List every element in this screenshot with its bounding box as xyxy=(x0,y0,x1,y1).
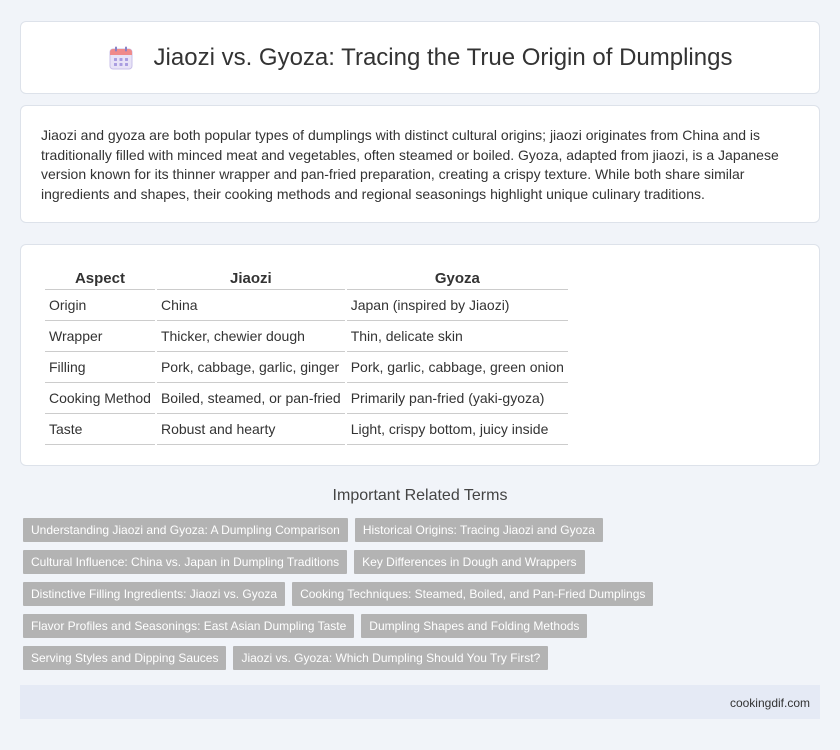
page-title: Jiaozi vs. Gyoza: Tracing the True Origi… xyxy=(153,43,733,71)
header-aspect: Aspect xyxy=(45,267,155,290)
table-cell: Filling xyxy=(45,354,155,383)
table-cell: Taste xyxy=(45,416,155,445)
table-cell: Pork, garlic, cabbage, green onion xyxy=(346,354,568,383)
comparison-table: Aspect Jiaozi Gyoza Origin China Japan (… xyxy=(43,265,570,447)
intro-text: Jiaozi and gyoza are both popular types … xyxy=(41,127,779,202)
related-term-link[interactable]: Cultural Influence: China vs. Japan in D… xyxy=(23,550,348,574)
header-gyoza: Gyoza xyxy=(346,267,568,290)
footer: cookingdif.com xyxy=(20,685,820,719)
related-term-link[interactable]: Serving Styles and Dipping Sauces xyxy=(23,646,227,670)
comparison-card: Aspect Jiaozi Gyoza Origin China Japan (… xyxy=(20,244,820,466)
related-term-link[interactable]: Dumpling Shapes and Folding Methods xyxy=(361,614,588,638)
header-jiaozi: Jiaozi xyxy=(156,267,345,290)
table-cell: Origin xyxy=(45,292,155,321)
table-cell: Cooking Method xyxy=(45,385,155,414)
related-term-link[interactable]: Historical Origins: Tracing Jiaozi and G… xyxy=(354,518,603,542)
table-cell: Robust and hearty xyxy=(156,416,345,445)
table-row: Wrapper Thicker, chewier dough Thin, del… xyxy=(45,323,568,352)
related-terms-title: Important Related Terms xyxy=(332,487,508,504)
related-term-link[interactable]: Cooking Techniques: Steamed, Boiled, and… xyxy=(292,582,654,606)
table-cell: Primarily pan-fried (yaki-gyoza) xyxy=(346,385,568,414)
related-term-link[interactable]: Distinctive Filling Ingredients: Jiaozi … xyxy=(23,582,286,606)
table-row: Filling Pork, cabbage, garlic, ginger Po… xyxy=(45,354,568,383)
table-row: Taste Robust and hearty Light, crispy bo… xyxy=(45,416,568,445)
table-cell: Boiled, steamed, or pan-fried xyxy=(156,385,345,414)
related-terms-list: Understanding Jiaozi and Gyoza: A Dumpli… xyxy=(23,518,803,678)
table-cell: Japan (inspired by Jiaozi) xyxy=(346,292,568,321)
related-term-link[interactable]: Understanding Jiaozi and Gyoza: A Dumpli… xyxy=(23,518,348,542)
table-row: Cooking Method Boiled, steamed, or pan-f… xyxy=(45,385,568,414)
table-header-row: Aspect Jiaozi Gyoza xyxy=(45,267,568,290)
title-card: Jiaozi vs. Gyoza: Tracing the True Origi… xyxy=(20,21,820,94)
table-row: Origin China Japan (inspired by Jiaozi) xyxy=(45,292,568,321)
intro-card: Jiaozi and gyoza are both popular types … xyxy=(20,105,820,223)
footer-site-link[interactable]: cookingdif.com xyxy=(730,696,810,710)
related-term-link[interactable]: Flavor Profiles and Seasonings: East Asi… xyxy=(23,614,355,638)
related-term-link[interactable]: Jiaozi vs. Gyoza: Which Dumpling Should … xyxy=(233,646,549,670)
table-cell: Pork, cabbage, garlic, ginger xyxy=(156,354,345,383)
table-cell: Thicker, chewier dough xyxy=(156,323,345,352)
table-cell: Thin, delicate skin xyxy=(346,323,568,352)
table-cell: China xyxy=(156,292,345,321)
table-cell: Wrapper xyxy=(45,323,155,352)
table-cell: Light, crispy bottom, juicy inside xyxy=(346,416,568,445)
related-term-link[interactable]: Key Differences in Dough and Wrappers xyxy=(354,550,585,574)
calendar-icon xyxy=(109,46,133,69)
